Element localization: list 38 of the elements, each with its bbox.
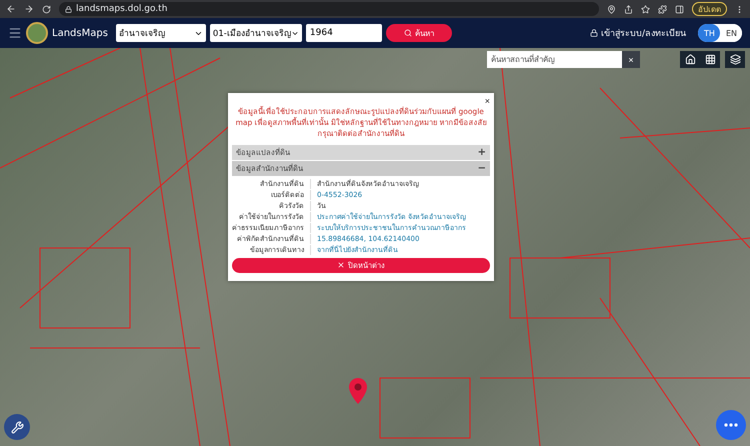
tools-button[interactable] [4,414,30,440]
logo-text: LandsMaps [52,28,108,38]
search-button[interactable]: ค้นหา [386,24,452,42]
province-select[interactable]: อำนาจเจริญ [116,24,206,42]
parcel-number-field[interactable]: 1964 [306,24,382,42]
bookmark-icon[interactable] [641,4,650,14]
extensions-icon[interactable] [658,4,667,14]
reload-icon[interactable] [42,4,51,14]
place-search-field[interactable]: ค้นหาสถานที่สำคัญ × [487,51,640,68]
satellite-map[interactable] [0,48,750,446]
chat-button[interactable] [716,410,746,440]
layers-button[interactable] [725,51,745,68]
map-pin-icon [349,378,367,404]
menu-icon[interactable] [8,26,22,40]
logo-icon [26,22,48,44]
update-button[interactable]: อัปเดต [692,2,727,16]
home-button[interactable] [680,51,700,68]
back-icon[interactable] [6,4,16,14]
grid-icon [704,54,716,65]
layers-icon [730,54,740,65]
share-icon[interactable] [624,4,633,14]
clear-button[interactable]: × [622,51,640,68]
forward-icon[interactable] [24,4,34,14]
lock-icon [590,29,598,37]
lock-icon [65,6,72,12]
grid-button[interactable] [700,51,720,68]
login-link[interactable]: เข้าสู่ระบบ/ลงทะเบียน [590,26,686,40]
search-icon [404,29,412,37]
district-select[interactable]: 01-เมืองอำนาจเจริญ [210,24,302,42]
close-button[interactable]: × [484,97,490,106]
close-icon [337,261,345,270]
more-icon [724,423,738,427]
wrench-icon [10,420,24,434]
address-bar[interactable]: landsmaps.dol.go.th [59,2,599,16]
location-icon[interactable] [607,4,616,14]
language-tab[interactable]: TH [698,24,720,42]
home-icon [684,54,696,65]
side-panel-icon[interactable] [675,4,684,14]
